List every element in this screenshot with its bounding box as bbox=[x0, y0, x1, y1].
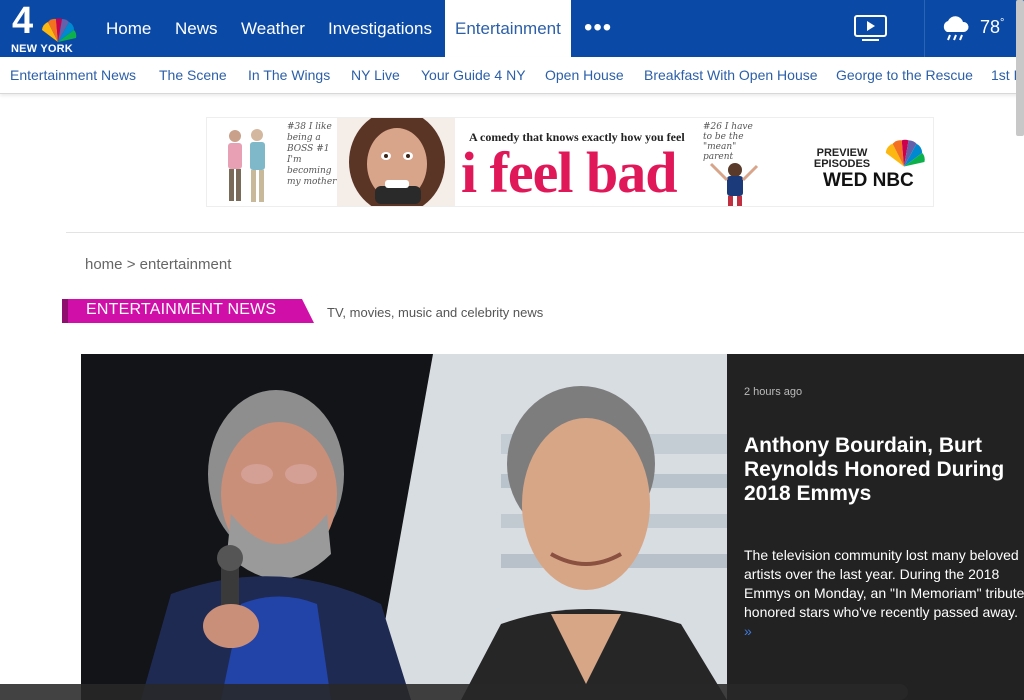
tv-play-icon[interactable] bbox=[853, 14, 889, 42]
subnav-george-to-the-rescue[interactable]: George to the Rescue bbox=[836, 67, 973, 83]
hero-photo-collage bbox=[81, 354, 727, 700]
ad-show-title: i feel bad bbox=[461, 140, 678, 205]
hero-text-panel: 2 hours ago Anthony Bourdain, Burt Reyno… bbox=[727, 354, 1024, 700]
nbc-peacock-icon bbox=[42, 18, 77, 42]
subnav-the-scene[interactable]: The Scene bbox=[159, 67, 227, 83]
breadcrumb-home[interactable]: home bbox=[85, 256, 123, 273]
subnav-breakfast-with-open-house[interactable]: Breakfast With Open House bbox=[644, 67, 818, 83]
section-subnav: Entertainment News The Scene In The Wing… bbox=[0, 57, 1024, 94]
top-navigation-bar: 4 NEW YORK Home News Weather Investigati… bbox=[0, 0, 1024, 57]
breadcrumb-current[interactable]: entertainment bbox=[140, 256, 232, 273]
subnav-ny-live[interactable]: NY Live bbox=[351, 67, 400, 83]
ad-girl-image bbox=[709, 162, 759, 206]
temperature-readout[interactable]: 78° bbox=[980, 17, 1004, 38]
more-menu-button[interactable]: ••• bbox=[584, 16, 612, 40]
hero-headline-link[interactable]: Anthony Bourdain, Burt Reynolds Honored … bbox=[744, 434, 1014, 506]
nav-divider bbox=[924, 0, 925, 57]
temperature-value: 78 bbox=[980, 17, 1001, 37]
content-divider bbox=[66, 232, 1024, 233]
nav-home[interactable]: Home bbox=[106, 0, 151, 57]
nav-weather[interactable]: Weather bbox=[241, 0, 305, 57]
subnav-entertainment-news[interactable]: Entertainment News bbox=[10, 67, 136, 83]
section-header-tag: ENTERTAINMENT NEWS bbox=[62, 299, 314, 323]
hero-timestamp: 2 hours ago bbox=[744, 386, 803, 398]
logo-city: NEW YORK bbox=[11, 43, 73, 55]
subnav-your-guide-4-ny[interactable]: Your Guide 4 NY bbox=[421, 67, 526, 83]
ad-actress-image bbox=[337, 118, 455, 206]
ad-couple-image bbox=[228, 129, 265, 202]
temperature-unit: ° bbox=[1000, 17, 1005, 29]
breadcrumb-separator: > bbox=[122, 256, 140, 273]
horizontal-scrollbar[interactable] bbox=[0, 684, 908, 700]
subnav-open-house[interactable]: Open House bbox=[545, 67, 624, 83]
nav-entertainment[interactable]: Entertainment bbox=[445, 0, 571, 57]
section-title: ENTERTAINMENT NEWS bbox=[86, 301, 277, 318]
rain-cloud-icon bbox=[943, 16, 969, 41]
ad-airing-label: WED NBC bbox=[823, 170, 914, 191]
hero-image[interactable] bbox=[81, 354, 727, 700]
logo-number: 4 bbox=[12, 0, 33, 42]
advertisement-banner[interactable]: #38 I like being a BOSS #1 I'm becoming … bbox=[206, 117, 934, 207]
hero-summary-text: The television community lost many belov… bbox=[744, 547, 1024, 620]
nav-news[interactable]: News bbox=[175, 0, 218, 57]
ad-preview-label: PREVIEW EPISODES bbox=[813, 147, 871, 170]
read-more-link[interactable]: » bbox=[744, 623, 752, 639]
hero-summary: The television community lost many belov… bbox=[744, 546, 1024, 641]
section-description: TV, movies, music and celebrity news bbox=[327, 305, 544, 320]
nbc-peacock-icon bbox=[885, 139, 925, 167]
subnav-in-the-wings[interactable]: In The Wings bbox=[248, 67, 330, 83]
nbc-4-new-york-logo[interactable]: 4 NEW YORK bbox=[10, 0, 82, 55]
breadcrumb: home > entertainment bbox=[85, 256, 231, 273]
nav-investigations[interactable]: Investigations bbox=[328, 0, 432, 57]
ad-handwritten-notes-left: #38 I like being a BOSS #1 I'm becoming … bbox=[287, 122, 337, 187]
vertical-scrollbar-thumb[interactable] bbox=[1016, 0, 1024, 136]
